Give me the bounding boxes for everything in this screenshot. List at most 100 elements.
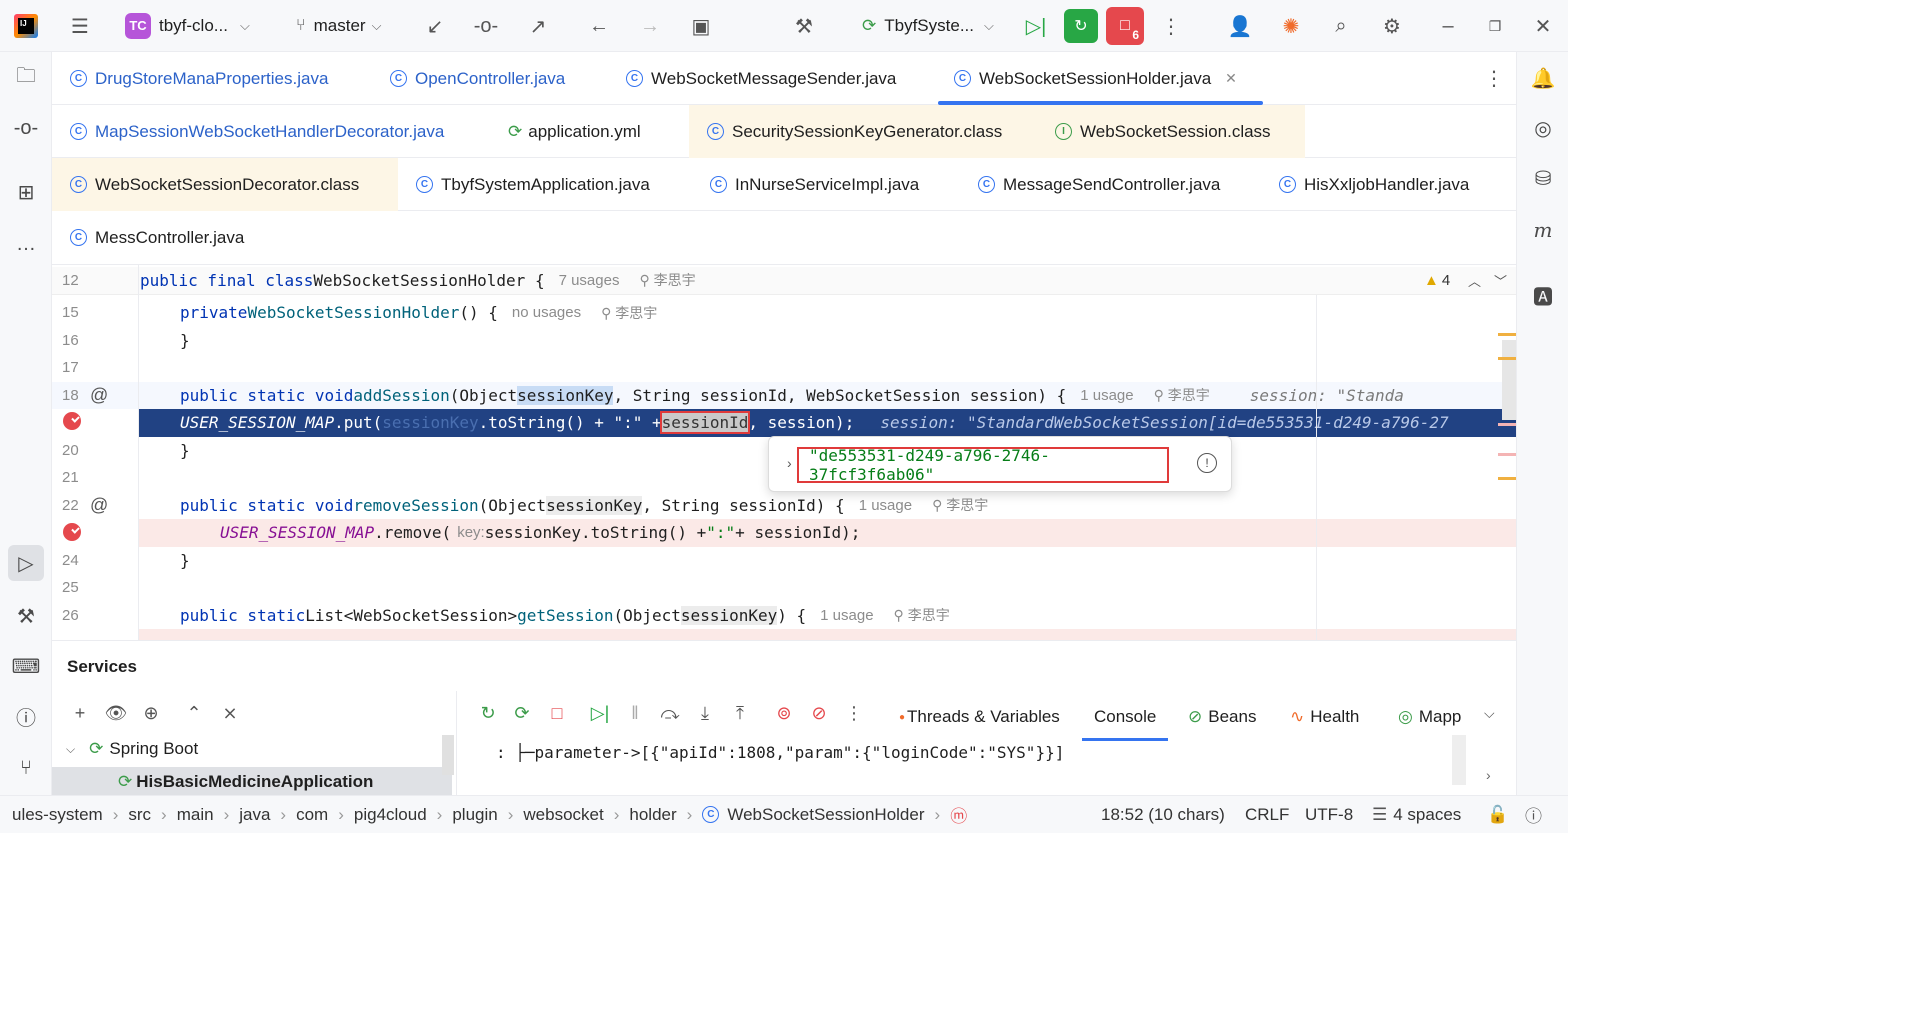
breadcrumb-item[interactable]: src [128,805,151,825]
ai-chat-icon[interactable]: ◎ [1525,110,1561,146]
tab-opencontroller[interactable]: C OpenController.java [390,52,565,105]
commit-icon[interactable]: -o- [8,110,44,146]
build-hammer-icon[interactable]: ⚒ [8,598,44,634]
tab-threads-variables[interactable]: ● Threads & Variables [899,699,1060,735]
warning-icon[interactable]: ▲ 4 [1424,272,1450,289]
tab-hisxxljob[interactable]: C HisXxljobHandler.java [1279,158,1469,211]
breadcrumb-item[interactable]: ules-system [12,805,103,825]
mapping-annotation-icon[interactable]: @ [90,385,108,406]
back-icon[interactable]: ← [581,8,617,44]
rerun-icon[interactable]: ↻ [1064,9,1098,43]
breadcrumb-item[interactable]: main [177,805,214,825]
rerun-debug-icon[interactable]: ⟳ [508,699,536,727]
editor-scrollbar[interactable] [1502,340,1516,420]
breadcrumb-item[interactable]: WebSocketSessionHolder [727,805,924,825]
branch-selector[interactable]: ⑂ master ⌵ [296,0,381,52]
tooltip-value[interactable]: "de553531-d249-a796-2746-37fcf3f6ab06" [797,446,1169,484]
update-project-icon[interactable]: ↙ [417,8,453,44]
more-tools-icon[interactable]: … [8,226,44,262]
breadcrumb-item[interactable]: holder [629,805,676,825]
translate-icon[interactable]: 🅰 [1525,277,1561,313]
services-icon[interactable]: ▷ [8,545,44,581]
info-icon[interactable]: ! [1197,453,1217,473]
tab-messagesender[interactable]: C WebSocketMessageSender.java [626,52,896,105]
tab-innurseservice[interactable]: C InNurseServiceImpl.java [710,158,919,211]
breadcrumb-item[interactable]: pig4cloud [354,805,427,825]
ai-assistant-icon[interactable]: ✺ [1273,8,1309,44]
restore-icon[interactable]: ❐ [1477,8,1513,44]
more-icon[interactable]: ⋮ [1153,8,1189,44]
view-breakpoints-icon[interactable]: ⊚ [770,699,798,727]
tabs-more-icon[interactable]: ⋮ [1484,66,1504,91]
breadcrumb-item[interactable]: plugin [452,805,497,825]
mapping-annotation-icon[interactable]: @ [90,495,108,516]
eye-icon[interactable]: 👁 [102,699,130,727]
usages-hint[interactable]: 7 usages [559,272,620,289]
indent-setting[interactable]: ☰ 4 spaces [1372,805,1461,825]
stop-debug-button[interactable]: □ 6 [1106,7,1144,45]
minimize-icon[interactable]: – [1430,8,1466,44]
notifications-bell-icon[interactable]: 🔔 [1525,60,1561,96]
chevron-down-icon[interactable]: ﹀ [1494,271,1507,290]
project-folder-icon[interactable]: 🗀 [8,60,44,96]
stop-icon[interactable]: □ [543,699,571,727]
chevron-down-icon[interactable]: ⌵ [1484,705,1495,722]
chevron-up-icon[interactable]: ︿ [1468,271,1481,290]
expand-all-icon[interactable]: ⌃ [180,699,208,727]
tree-scrollbar[interactable] [442,735,454,775]
save-icon[interactable]: ▣ [683,8,719,44]
tab-beans[interactable]: ⊘ Beans [1188,699,1256,735]
main-menu-icon[interactable]: ☰ [62,8,98,44]
structure-icon[interactable]: ⊞ [8,174,44,210]
tab-mappings[interactable]: ◎ Mapp [1398,699,1461,735]
tab-messagesendcontroller[interactable]: C MessageSendController.java [978,158,1220,211]
breadcrumb-item[interactable]: java [239,805,270,825]
commit-icon[interactable]: -o- [468,8,504,44]
problems-icon[interactable]: ⓘ [8,698,44,734]
tab-sessiondecorator[interactable]: C WebSocketSessionDecorator.class [52,158,398,211]
mute-breakpoints-icon[interactable]: ⊘ [805,699,833,727]
tab-securitysessionkey[interactable]: C SecuritySessionKeyGenerator.class [689,105,1033,158]
breadcrumb-item[interactable]: com [296,805,328,825]
build-hammer-icon[interactable]: ⚒ [786,8,822,44]
search-icon[interactable]: ⌕ [1323,8,1359,44]
add-user-icon[interactable]: 👤 [1222,8,1258,44]
run-config-selector[interactable]: ⟳ TbyfSyste... ⌵ [862,0,994,52]
breakpoint-icon[interactable] [63,523,81,541]
more-icon[interactable]: ⋮ [840,699,868,727]
lock-icon[interactable]: 🔓 [1487,805,1508,825]
tab-drugstore[interactable]: C DrugStoreManaProperties.java [70,52,328,105]
console-scrollbar[interactable] [1452,735,1466,785]
close-tab-icon[interactable]: ✕ [1225,70,1237,87]
push-icon[interactable]: ↗ [520,8,556,44]
resume-icon[interactable]: ▷| [1018,8,1054,44]
chevron-right-icon[interactable]: › [1486,767,1491,783]
collapse-all-icon[interactable]: ⨯ [216,699,244,727]
tree-node-spring-boot[interactable]: ⌵ ⟳ Spring Boot [66,739,198,759]
settings-gear-icon[interactable]: ⚙ [1374,8,1410,44]
expand-chevron-icon[interactable]: › [787,455,792,471]
new-group-icon[interactable]: ⊕ [137,699,165,727]
tab-websocketsession[interactable]: I WebSocketSession.class [1033,105,1305,158]
rerun-icon[interactable]: ↻ [474,699,502,727]
tab-console[interactable]: Console [1081,699,1169,741]
problems-icon[interactable]: ⓘ [1525,802,1542,827]
step-into-icon[interactable]: ⤓ [691,699,719,727]
tab-messcontroller[interactable]: C MessController.java [70,211,244,264]
breadcrumb-item[interactable]: websocket [523,805,603,825]
git-icon[interactable]: ⑂ [8,750,44,786]
step-over-icon[interactable]: ⤼ [656,699,684,727]
database-icon[interactable]: ⛁ [1525,160,1561,196]
step-out-icon[interactable]: ⤒ [726,699,754,727]
file-encoding[interactable]: UTF-8 [1305,805,1353,825]
tab-application-yml[interactable]: ⟳ application.yml [508,105,641,158]
close-icon[interactable]: ✕ [1525,8,1561,44]
tree-node-app[interactable]: ⟳ HisBasicMedicineApplication [52,767,452,796]
forward-icon[interactable]: → [632,8,668,44]
add-service-icon[interactable]: + [66,699,94,727]
hovered-variable[interactable]: sessionId [659,411,751,435]
resume-icon[interactable]: ▷| [586,699,614,727]
tab-tbyfapplication[interactable]: C TbyfSystemApplication.java [416,158,650,211]
project-selector[interactable]: TC tbyf-clo... ⌵ [125,0,250,52]
pause-icon[interactable]: ‖ [621,699,649,727]
